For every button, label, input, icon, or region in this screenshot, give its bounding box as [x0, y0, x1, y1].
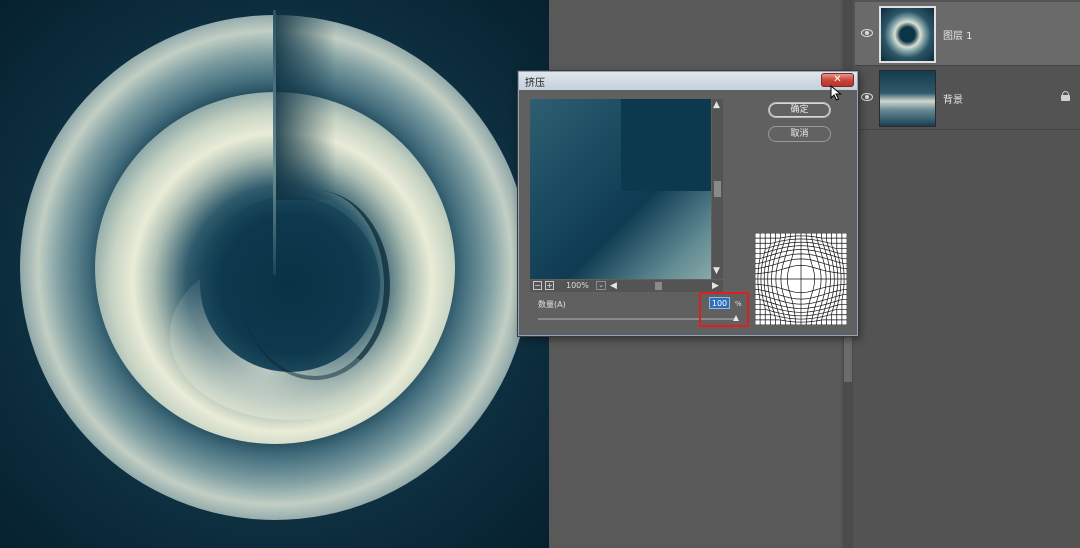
dialog-title: 挤压	[525, 78, 545, 89]
pinch-grid-preview	[755, 233, 847, 325]
close-icon: ✕	[833, 74, 842, 85]
zoom-level: 100%	[566, 281, 589, 290]
scroll-up-icon[interactable]: ▲	[713, 101, 720, 110]
zoom-in-button[interactable]: +	[545, 281, 554, 290]
panel-scrollbar-thumb[interactable]	[844, 330, 852, 382]
layer-thumbnail	[879, 6, 936, 63]
preview-shading	[530, 99, 711, 279]
horizontal-scroll-thumb[interactable]	[655, 282, 662, 290]
vortex-arc	[240, 190, 390, 380]
zoom-out-button[interactable]: −	[533, 281, 542, 290]
layer-row-1[interactable]: 图层 1	[855, 2, 1080, 66]
layer-thumbnail	[879, 70, 936, 127]
scroll-left-icon[interactable]: ◀	[610, 280, 617, 292]
photoshop-window: 图层 1 背景 挤压 ✕ ▲ ▼ − + 100% ⌄ ◀ ▶ 确定 取消 数量…	[0, 0, 1080, 548]
vortex-seam-shade	[276, 10, 336, 200]
document-canvas[interactable]	[0, 0, 549, 548]
annotation-highlight-box	[699, 292, 749, 327]
ok-button[interactable]: 确定	[768, 102, 831, 118]
scroll-down-icon[interactable]: ▼	[713, 267, 720, 276]
preview-zoom-bar: − + 100% ⌄ ◀ ▶	[530, 280, 723, 292]
layer-name: 图层 1	[943, 31, 973, 42]
layers-panel: 图层 1 背景	[855, 0, 1080, 548]
layer-name: 背景	[943, 95, 963, 106]
cancel-button[interactable]: 取消	[768, 126, 831, 142]
preview-vertical-scrollbar[interactable]: ▲ ▼	[712, 99, 723, 279]
layer-row-background[interactable]: 背景	[855, 66, 1080, 130]
filter-preview[interactable]	[530, 99, 711, 279]
vertical-scroll-thumb[interactable]	[714, 181, 721, 197]
scroll-right-icon[interactable]: ▶	[712, 280, 719, 292]
vortex-seam	[273, 10, 276, 275]
eye-icon[interactable]	[861, 28, 873, 38]
lock-icon	[1061, 91, 1070, 101]
dialog-titlebar[interactable]: 挤压 ✕	[519, 72, 857, 90]
zoom-dropdown[interactable]: ⌄	[596, 281, 606, 290]
pinch-filter-dialog: 挤压 ✕ ▲ ▼ − + 100% ⌄ ◀ ▶ 确定 取消 数量(A) %	[518, 71, 858, 336]
mouse-cursor-icon	[830, 85, 842, 101]
eye-icon[interactable]	[861, 92, 873, 102]
amount-label: 数量(A)	[538, 300, 566, 309]
